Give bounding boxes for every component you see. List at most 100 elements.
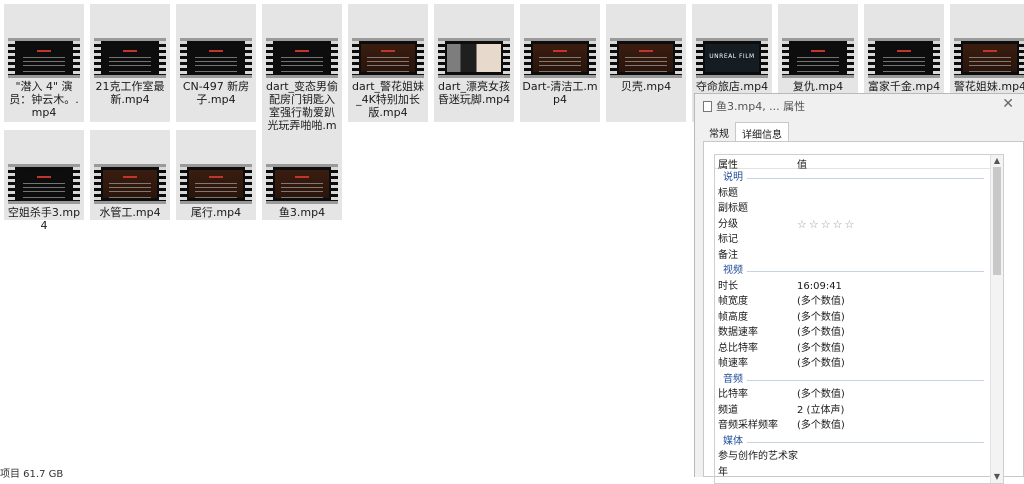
property-key: 参与创作的艺术家 — [718, 451, 798, 462]
scrollbar-thumb[interactable] — [993, 167, 1001, 275]
property-value: (多个数值) — [797, 342, 845, 354]
file-item[interactable]: Dart-清洁工.mp4 — [520, 4, 600, 122]
property-row[interactable]: 副标题 — [715, 201, 990, 217]
file-item[interactable]: "潜入 4" 演员：钟云木。.mp4 — [4, 4, 84, 122]
property-value: 16:09:41 — [797, 280, 842, 292]
video-thumbnail — [868, 38, 940, 78]
property-section-header: 视频 — [715, 263, 990, 279]
property-key: 帧宽度 — [718, 296, 748, 307]
file-name: 富家千金.mp4 — [867, 80, 941, 93]
dialog-title-bar: 鱼3.mp4, ... 属性 — [703, 98, 805, 114]
property-key: 数据速率 — [718, 327, 758, 338]
video-thumbnail — [524, 38, 596, 78]
tab-details[interactable]: 详细信息 — [735, 122, 789, 141]
property-row[interactable]: 时长 16:09:41 — [715, 279, 990, 295]
property-key: 分级 — [718, 218, 738, 230]
dialog-title: 鱼3.mp4, ... 属性 — [716, 100, 806, 113]
property-section-header: 音频 — [715, 371, 990, 388]
property-row[interactable]: 比特率 (多个数值) — [715, 387, 990, 403]
file-name: 贝壳.mp4 — [620, 80, 672, 93]
video-thumbnail — [266, 38, 338, 78]
property-row[interactable]: 音频采样频率 (多个数值) — [715, 418, 990, 434]
file-name: dart_警花姐妹_4K特别加长版.mp4 — [351, 80, 425, 119]
file-item[interactable]: dart_漂亮女孩昏迷玩脚.mp4 — [434, 4, 514, 122]
file-name: 空姐杀手3.mp4 — [7, 206, 81, 232]
property-rows: 说明 标题 副标题 分级 ☆☆☆☆☆ 标记 备注 视频 时长 16:09:41 帧宽度 (多个数值) 帧… — [715, 170, 990, 480]
video-thumbnail — [180, 164, 252, 204]
video-thumbnail — [438, 38, 510, 78]
vertical-scrollbar[interactable]: ▲ ▼ — [990, 155, 1003, 483]
details-panel: 属性 值 说明 标题副标题 分级 ☆☆☆☆☆ 标记备注 视频时长 16:09:41 帧宽度 (多… — [703, 141, 1024, 484]
file-item[interactable]: 水管工.mp4 — [90, 130, 170, 220]
property-row[interactable]: 总比特率 (多个数值) — [715, 341, 990, 357]
property-value: 2 (立体声) — [797, 404, 845, 416]
file-item[interactable]: 贝壳.mp4 — [606, 4, 686, 122]
property-key: 帧高度 — [718, 311, 748, 323]
property-row[interactable]: 年 — [715, 465, 990, 481]
property-list-header: 属性 值 — [715, 155, 990, 171]
section-label: 视频 — [723, 263, 747, 278]
column-value[interactable]: 值 — [797, 156, 807, 171]
document-icon — [703, 100, 712, 112]
rating-stars[interactable]: ☆☆☆☆☆ — [797, 217, 856, 232]
section-label: 音频 — [723, 371, 747, 387]
property-value: (多个数值) — [797, 296, 845, 307]
video-thumbnail — [782, 38, 854, 78]
file-item[interactable]: dart_警花姐妹_4K特别加长版.mp4 — [348, 4, 428, 122]
property-key: 帧速率 — [718, 358, 748, 369]
column-property[interactable]: 属性 — [718, 156, 738, 171]
video-thumbnail — [8, 164, 80, 204]
file-name: Dart-清洁工.mp4 — [522, 80, 598, 106]
file-name: 警花姐妹.mp4 — [953, 80, 1024, 93]
property-row[interactable]: 参与创作的艺术家 — [715, 449, 990, 465]
property-row[interactable]: 分级 ☆☆☆☆☆ — [715, 217, 990, 233]
property-key: 年 — [718, 466, 728, 478]
video-thumbnail — [610, 38, 682, 78]
property-section-header: 媒体 — [715, 433, 990, 450]
property-row[interactable]: 备注 — [715, 248, 990, 264]
property-key: 时长 — [718, 280, 738, 292]
video-thumbnail — [352, 38, 424, 78]
property-list: 属性 值 说明 标题副标题 分级 ☆☆☆☆☆ 标记备注 视频时长 16:09:41 帧宽度 (多… — [714, 154, 1004, 484]
property-row[interactable]: 标记 — [715, 232, 990, 248]
thumbnail-text: UNREAL FILM — [709, 53, 755, 60]
file-name: CN-497 新房子.mp4 — [182, 80, 250, 106]
section-label: 媒体 — [723, 433, 747, 449]
property-key: 音频采样频率 — [718, 420, 778, 431]
property-key: 频道 — [718, 404, 738, 416]
video-thumbnail — [94, 38, 166, 78]
file-name: 21克工作室最新.mp4 — [95, 80, 165, 106]
property-section-header: 说明 — [715, 170, 990, 186]
video-thumbnail — [94, 164, 166, 204]
close-icon[interactable]: ✕ — [1002, 96, 1014, 112]
file-name: "潜入 4" 演员：钟云木。.mp4 — [9, 80, 79, 119]
property-value: (多个数值) — [797, 420, 845, 431]
scroll-up-icon[interactable]: ▲ — [991, 155, 1003, 167]
file-name: 夺命旅店.mp4 — [695, 80, 769, 93]
property-key: 标记 — [718, 234, 738, 245]
file-item[interactable]: 空姐杀手3.mp4 — [4, 130, 84, 232]
video-thumbnail — [180, 38, 252, 78]
properties-dialog: 鱼3.mp4, ... 属性 ✕ 常规 详细信息 属性 值 说明 标题副标题 分级 ☆… — [694, 93, 1024, 484]
tab-general[interactable]: 常规 — [703, 122, 735, 141]
property-row[interactable]: 帧速率 (多个数值) — [715, 356, 990, 372]
property-row[interactable]: 帧宽度 (多个数值) — [715, 294, 990, 310]
property-row[interactable]: 数据速率 (多个数值) — [715, 325, 990, 341]
file-item[interactable]: CN-497 新房子.mp4 — [176, 4, 256, 122]
property-key: 比特率 — [718, 389, 748, 400]
property-row[interactable]: 帧高度 (多个数值) — [715, 310, 990, 326]
file-item[interactable]: 21克工作室最新.mp4 — [90, 4, 170, 122]
property-row[interactable]: 频道 2 (立体声) — [715, 403, 990, 419]
property-key: 标题 — [718, 187, 738, 199]
dialog-tabs: 常规 详细信息 — [703, 122, 789, 141]
file-name: 水管工.mp4 — [99, 206, 161, 219]
video-thumbnail — [8, 38, 80, 78]
property-value: (多个数值) — [797, 358, 845, 369]
file-item[interactable]: 鱼3.mp4 — [262, 130, 342, 220]
file-item[interactable]: 尾行.mp4 — [176, 130, 256, 220]
file-item[interactable]: dart_变态男偷配房门钥匙入室强行勒爱趴光玩弄啪啪.mp4 — [262, 4, 342, 145]
property-row[interactable]: 标题 — [715, 186, 990, 202]
video-thumbnail — [954, 38, 1024, 78]
scroll-down-icon[interactable]: ▼ — [991, 471, 1003, 483]
status-bar: 项目 61.7 GB — [0, 469, 64, 480]
